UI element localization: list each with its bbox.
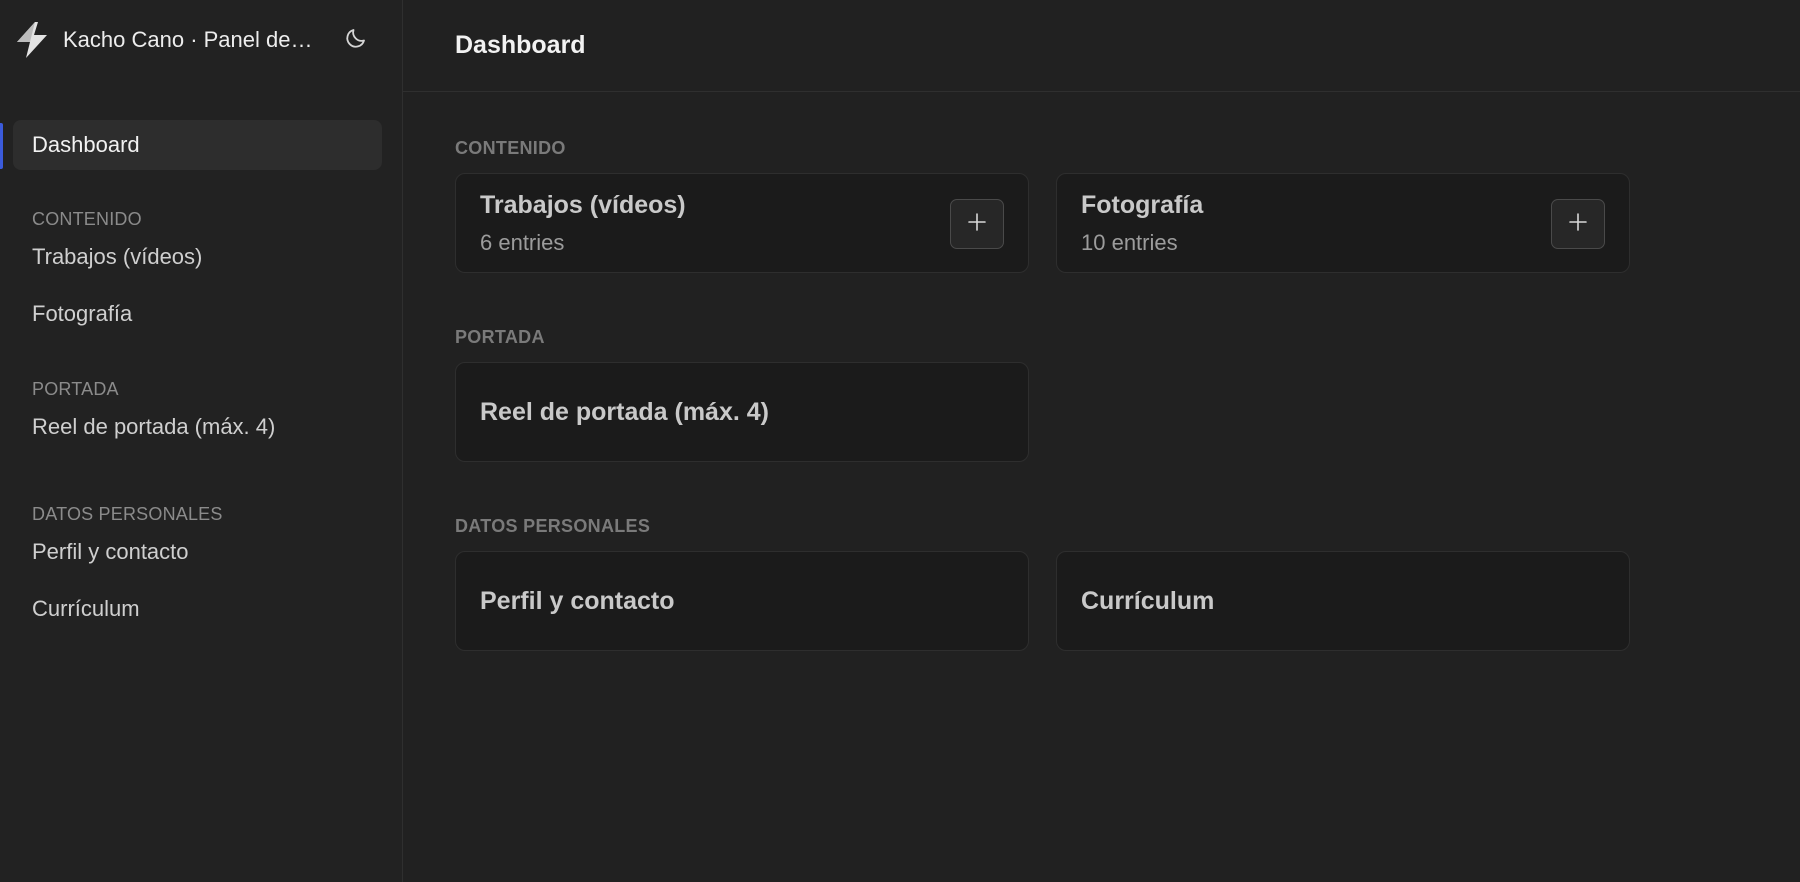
brand-title[interactable]: Kacho Cano · Panel de administración bbox=[63, 27, 313, 53]
topbar: Dashboard bbox=[403, 0, 1800, 92]
card-title: Currículum bbox=[1081, 586, 1215, 615]
cards-row-datos-personales: Perfil y contacto Currículum bbox=[455, 551, 1800, 651]
add-trabajo-button[interactable] bbox=[950, 199, 1004, 249]
section-label-portada: PORTADA bbox=[455, 327, 545, 347]
theme-toggle-button[interactable] bbox=[340, 24, 372, 56]
sidebar-item-reel[interactable]: Reel de portada (máx. 4) bbox=[0, 407, 402, 447]
main-panel: Dashboard CONTENIDO Trabajos (vídeos) 6 … bbox=[403, 0, 1800, 882]
sidebar-item-fotografia[interactable]: Fotografía bbox=[0, 294, 402, 334]
section-label-datos-personales: DATOS PERSONALES bbox=[455, 516, 651, 536]
plus-icon bbox=[967, 212, 987, 237]
card-entry-count: 6 entries bbox=[480, 229, 565, 255]
cards-row-portada: Reel de portada (máx. 4) bbox=[455, 362, 1800, 462]
cards-row-contenido: Trabajos (vídeos) 6 entries Fotografía 1… bbox=[455, 173, 1800, 273]
sidebar-item-dashboard[interactable]: Dashboard bbox=[13, 120, 382, 170]
sidebar-section-contenido: CONTENIDO bbox=[32, 209, 142, 229]
plus-icon bbox=[1568, 212, 1588, 237]
sidebar-nav: Dashboard CONTENIDO Trabajos (vídeos) Fo… bbox=[0, 80, 402, 629]
card-reel-portada[interactable]: Reel de portada (máx. 4) bbox=[455, 362, 1029, 462]
add-fotografia-button[interactable] bbox=[1551, 199, 1605, 249]
sidebar-item-curriculum[interactable]: Currículum bbox=[0, 589, 402, 629]
sidebar-item-trabajos[interactable]: Trabajos (vídeos) bbox=[0, 237, 402, 277]
sidebar-section-portada: PORTADA bbox=[32, 379, 119, 399]
card-perfil-contacto[interactable]: Perfil y contacto bbox=[455, 551, 1029, 651]
card-fotografia[interactable]: Fotografía 10 entries bbox=[1056, 173, 1630, 273]
dashboard-content: CONTENIDO Trabajos (vídeos) 6 entries Fo… bbox=[403, 92, 1800, 651]
sidebar-item-perfil[interactable]: Perfil y contacto bbox=[0, 532, 402, 572]
card-curriculum[interactable]: Currículum bbox=[1056, 551, 1630, 651]
page-title: Dashboard bbox=[455, 31, 586, 59]
app-root: Kacho Cano · Panel de administración Das… bbox=[0, 0, 1800, 882]
moon-icon bbox=[344, 26, 368, 55]
bolt-icon[interactable] bbox=[14, 22, 50, 58]
card-title: Trabajos (vídeos) bbox=[480, 190, 686, 219]
card-trabajos[interactable]: Trabajos (vídeos) 6 entries bbox=[455, 173, 1029, 273]
card-title: Reel de portada (máx. 4) bbox=[480, 397, 769, 426]
section-label-contenido: CONTENIDO bbox=[455, 138, 566, 158]
card-entry-count: 10 entries bbox=[1081, 229, 1178, 255]
card-title: Fotografía bbox=[1081, 190, 1204, 219]
sidebar: Kacho Cano · Panel de administración Das… bbox=[0, 0, 403, 882]
sidebar-section-datos-personales: DATOS PERSONALES bbox=[32, 504, 223, 524]
card-title: Perfil y contacto bbox=[480, 586, 675, 615]
